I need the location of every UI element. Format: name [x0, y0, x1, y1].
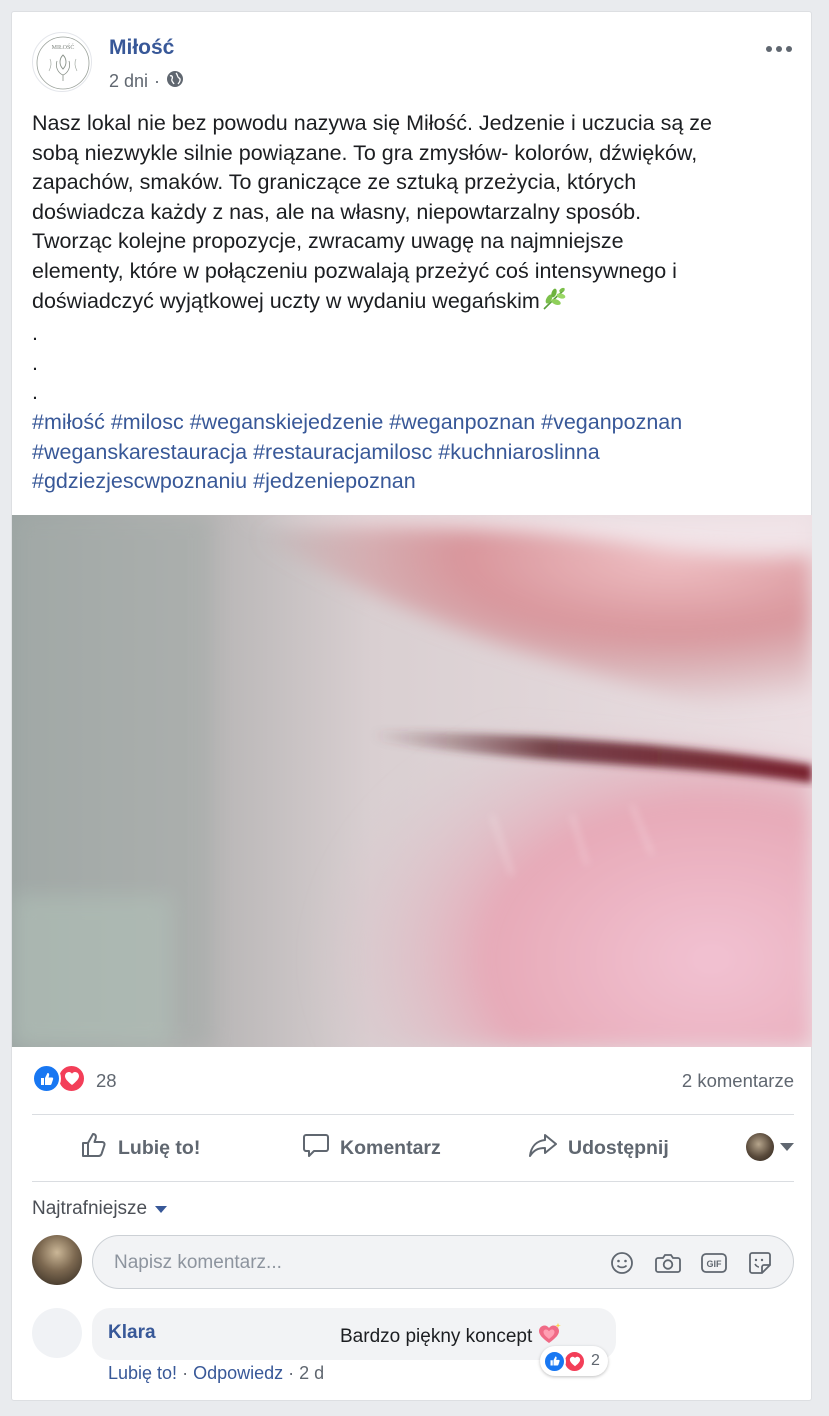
chevron-down-icon [780, 1143, 794, 1151]
thumbs-up-icon [80, 1131, 108, 1165]
meta-separator: · [182, 1363, 189, 1383]
comment-bubble: Klara Bardzo piękny koncept [92, 1308, 616, 1360]
reaction-icons[interactable] [32, 1064, 86, 1093]
like-reaction-icon [32, 1064, 61, 1093]
meta-separator: · [154, 71, 161, 91]
dot-line: . [32, 321, 38, 346]
page-name-link[interactable]: Miłość [109, 36, 174, 60]
divider [32, 1114, 794, 1115]
comment-input-tools: GIF [609, 1250, 773, 1276]
comment-author-link[interactable]: Klara [108, 1322, 156, 1344]
svg-text:MIŁOŚĆ: MIŁOŚĆ [52, 43, 75, 51]
reaction-summary: 28 2 komentarze [32, 1064, 794, 1096]
love-reaction-icon [57, 1064, 86, 1093]
gif-icon[interactable]: GIF [701, 1250, 727, 1276]
post-text-line: doświadczyć wyjątkowej uczty w wydaniu w… [32, 288, 540, 313]
chevron-down-icon [155, 1205, 168, 1213]
emoji-icon[interactable] [609, 1250, 635, 1276]
post-photo[interactable] [12, 515, 812, 1047]
dot-icon [776, 46, 782, 52]
like-label: Lubię to! [118, 1136, 201, 1159]
comment-sort-dropdown[interactable]: Najtrafniejsze [32, 1198, 168, 1220]
comment-reply-link[interactable]: Odpowiedz [193, 1363, 283, 1384]
love-reaction-icon [563, 1349, 586, 1373]
post-header: MIŁOŚĆ Miłość 2 dni · [32, 32, 792, 94]
share-label: Udostępnij [568, 1136, 669, 1159]
like-reaction-icon [543, 1349, 566, 1373]
reaction-count[interactable]: 28 [96, 1070, 117, 1092]
camera-icon[interactable] [655, 1250, 681, 1276]
comment-text-wrap: Bardzo piękny koncept [340, 1322, 562, 1352]
dot-icon [786, 46, 792, 52]
post-body: Nasz lokal nie bez powodu nazywa się Mił… [32, 109, 797, 497]
comment-text: Bardzo piękny koncept [340, 1326, 533, 1347]
more-options-button[interactable] [761, 34, 797, 64]
hashtag-line[interactable]: #gdziezjescwpoznaniu #jedzeniepoznan [32, 467, 797, 497]
sort-label: Najtrafniejsze [32, 1198, 148, 1219]
herb-emoji-icon [541, 287, 567, 320]
meta-separator: · [288, 1363, 295, 1383]
comment-label: Komentarz [340, 1136, 441, 1159]
hashtag-line[interactable]: #weganskarestauracja #restauracjamilosc … [32, 438, 797, 468]
comment-reactions[interactable]: 2 [540, 1346, 608, 1376]
speech-bubble-icon [302, 1131, 330, 1165]
share-button[interactable]: Udostępnij [528, 1116, 669, 1180]
post-meta: 2 dni · [109, 70, 184, 93]
like-button[interactable]: Lubię to! [80, 1116, 200, 1180]
post-text-line: elementy, które w połączeniu pozwalają p… [32, 258, 677, 283]
comment-reaction-count: 2 [591, 1352, 600, 1369]
divider [32, 1181, 794, 1182]
share-arrow-icon [528, 1131, 558, 1165]
dot-icon [766, 46, 772, 52]
post-text-line: Tworząc kolejne propozycje, zwracamy uwa… [32, 229, 624, 254]
comment-as-selector[interactable] [746, 1133, 794, 1161]
post-text-line: sobą niezwykle silnie powiązane. To gra … [32, 140, 698, 165]
comment-button[interactable]: Komentarz [302, 1116, 441, 1180]
dot-line: . [32, 350, 38, 375]
post-time[interactable]: 2 dni [109, 71, 148, 92]
action-bar: Lubię to! Komentarz Udostępnij [32, 1116, 794, 1180]
post-text-line-last: doświadczyć wyjątkowej uczty w wydaniu w… [32, 287, 797, 320]
commenter-avatar[interactable] [32, 1308, 82, 1358]
comment-time[interactable]: 2 d [299, 1363, 324, 1384]
user-avatar [746, 1133, 774, 1161]
comment-count-link[interactable]: 2 komentarze [682, 1070, 794, 1092]
lips-photo [12, 515, 812, 1047]
post-text-line: doświadcza każdy z nas, ale na własny, n… [32, 199, 642, 224]
post-card: MIŁOŚĆ Miłość 2 dni · Nasz lokal nie bez… [11, 11, 812, 1401]
current-user-avatar[interactable] [32, 1235, 82, 1285]
comment-like-link[interactable]: Lubię to! [108, 1363, 177, 1384]
comment-input[interactable]: Napisz komentarz... GIF [92, 1235, 794, 1289]
post-text-line: Nasz lokal nie bez powodu nazywa się Mił… [32, 111, 712, 135]
comment-input-placeholder: Napisz komentarz... [114, 1252, 282, 1273]
hashtag-line[interactable]: #miłość #milosc #weganskiejedzenie #wega… [32, 408, 797, 438]
sticker-icon[interactable] [747, 1250, 773, 1276]
comment-meta: Lubię to! · Odpowiedz · 2 d [108, 1363, 324, 1384]
page-avatar[interactable]: MIŁOŚĆ [32, 32, 92, 92]
page-logo: MIŁOŚĆ [36, 36, 90, 90]
svg-text:GIF: GIF [707, 1259, 723, 1269]
post-text-line: zapachów, smaków. To graniczące ze sztuk… [32, 170, 637, 195]
dot-line: . [32, 380, 38, 405]
globe-icon[interactable] [166, 70, 184, 93]
